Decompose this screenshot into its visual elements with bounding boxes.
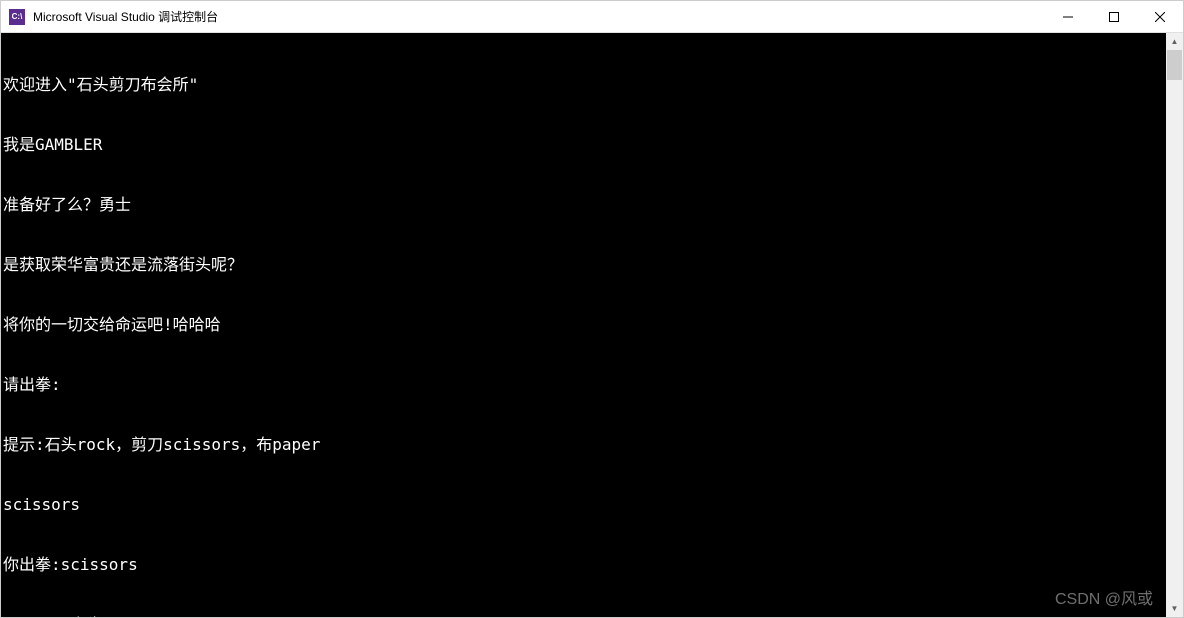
- minimize-button[interactable]: [1045, 1, 1091, 32]
- console-line: GMABLER出拳:paper: [3, 615, 1166, 617]
- close-button[interactable]: [1137, 1, 1183, 32]
- scrollbar-thumb[interactable]: [1167, 50, 1182, 80]
- console-line: 是获取荣华富贵还是流落街头呢？: [3, 255, 1166, 275]
- app-icon: C:\: [9, 9, 25, 25]
- console-line: 请出拳:: [3, 375, 1166, 395]
- console-line: 欢迎进入"石头剪刀布会所": [3, 75, 1166, 95]
- scroll-down-arrow-icon[interactable]: ▼: [1166, 600, 1183, 617]
- console-output[interactable]: 欢迎进入"石头剪刀布会所" 我是GAMBLER 准备好了么？勇士 是获取荣华富贵…: [1, 33, 1166, 617]
- console-line: 将你的一切交给命运吧!哈哈哈: [3, 315, 1166, 335]
- console-line: 你出拳:scissors: [3, 555, 1166, 575]
- scroll-up-arrow-icon[interactable]: ▲: [1166, 33, 1183, 50]
- console-line: 提示:石头rock，剪刀scissors，布paper: [3, 435, 1166, 455]
- vertical-scrollbar[interactable]: ▲ ▼: [1166, 33, 1183, 617]
- console-line: 我是GAMBLER: [3, 135, 1166, 155]
- titlebar[interactable]: C:\ Microsoft Visual Studio 调试控制台: [1, 1, 1183, 33]
- window-title: Microsoft Visual Studio 调试控制台: [33, 8, 1045, 25]
- maximize-button[interactable]: [1091, 1, 1137, 32]
- console-line: scissors: [3, 495, 1166, 515]
- window-controls: [1045, 1, 1183, 32]
- console-area: 欢迎进入"石头剪刀布会所" 我是GAMBLER 准备好了么？勇士 是获取荣华富贵…: [1, 33, 1183, 617]
- console-line: 准备好了么？勇士: [3, 195, 1166, 215]
- console-window: C:\ Microsoft Visual Studio 调试控制台 欢迎进入"石…: [0, 0, 1184, 618]
